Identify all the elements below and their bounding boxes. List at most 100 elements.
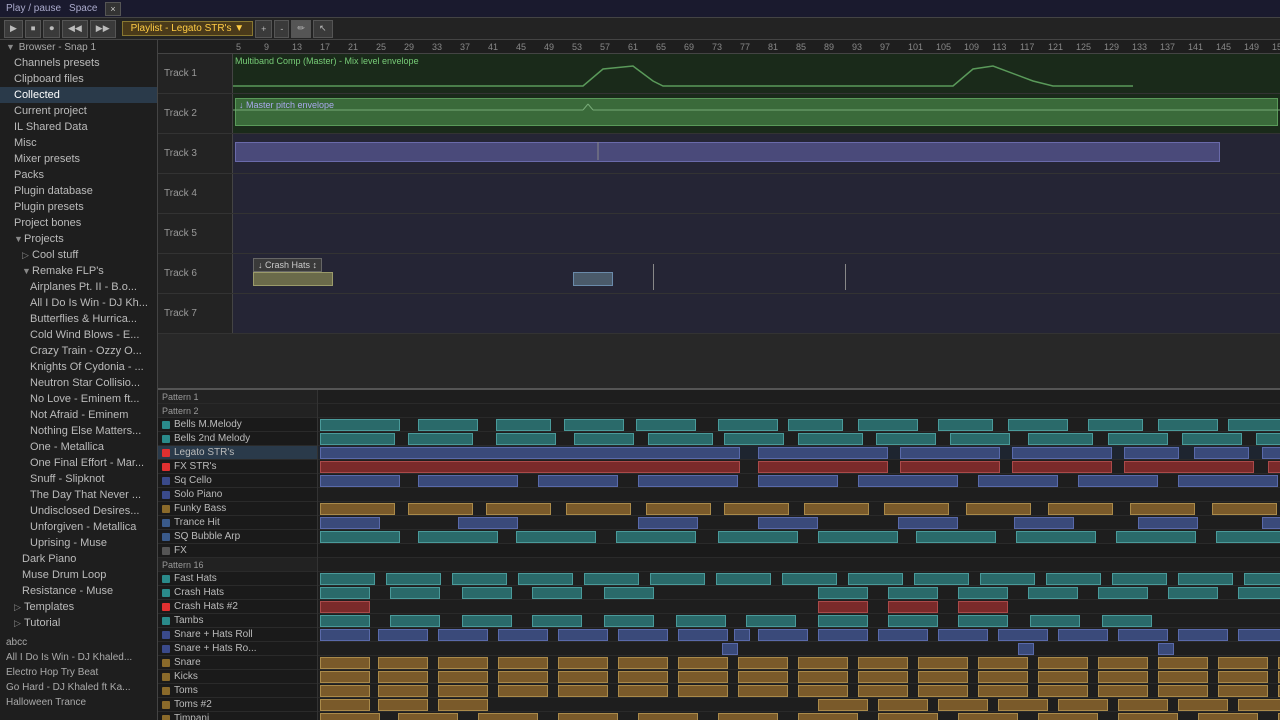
pblock-crashhats-3[interactable] xyxy=(462,587,512,599)
pattern-track-sq-cello[interactable] xyxy=(318,474,1280,488)
pblock-timpani-11[interactable] xyxy=(1118,713,1178,720)
pblock-snareroll-12[interactable] xyxy=(938,629,988,641)
pblock-legato-7[interactable] xyxy=(1262,447,1280,459)
pblock-sqbubble-7[interactable] xyxy=(916,531,996,543)
pblock-toms-14[interactable] xyxy=(1098,685,1148,697)
sidebar-item-undisclosed[interactable]: Undisclosed Desires... xyxy=(0,503,157,519)
sidebar-item-browser[interactable]: ▼ Browser - Snap 1 xyxy=(0,40,157,55)
pblock-funkybass-2[interactable] xyxy=(408,503,473,515)
pattern-track-timpani[interactable] xyxy=(318,712,1280,720)
pblock-bells2-7[interactable] xyxy=(798,433,863,445)
pblock-timpani-7[interactable] xyxy=(798,713,858,720)
pblock-fasthats-8[interactable] xyxy=(782,573,837,585)
sidebar-item-electro-hop[interactable]: Electro Hop Try Beat xyxy=(0,665,157,680)
pattern-track-toms[interactable] xyxy=(318,684,1280,698)
pblock-snareroll-15[interactable] xyxy=(1118,629,1168,641)
pblock-snareroll-2[interactable] xyxy=(378,629,428,641)
sidebar-item-uprising[interactable]: Uprising - Muse xyxy=(0,535,157,551)
pblock-timpani-10[interactable] xyxy=(1038,713,1098,720)
pattern-blocks-area[interactable] xyxy=(318,390,1280,720)
pblock-timpani-8[interactable] xyxy=(878,713,938,720)
pencil-tool-button[interactable]: ✏ xyxy=(291,20,311,38)
pblock-crashhats-8[interactable] xyxy=(958,587,1008,599)
pblock-bells-m-6[interactable] xyxy=(718,419,778,431)
pblock-crashhats-5[interactable] xyxy=(604,587,654,599)
pattern-track-snare-hats-roll[interactable] xyxy=(318,628,1280,642)
pblock-fasthats-6[interactable] xyxy=(650,573,705,585)
pblock-toms2-11[interactable] xyxy=(1238,699,1280,711)
pblock-kicks-14[interactable] xyxy=(1098,671,1148,683)
sidebar-item-packs[interactable]: Packs xyxy=(0,167,157,183)
pblock-toms-6[interactable] xyxy=(618,685,668,697)
pblock-crashhats2-2[interactable] xyxy=(818,601,868,613)
pblock-tambs-9[interactable] xyxy=(888,615,938,627)
pblock-crashhats2-3[interactable] xyxy=(888,601,938,613)
pattern-track-sq-bubble-arp[interactable] xyxy=(318,530,1280,544)
pblock-toms2-4[interactable] xyxy=(818,699,868,711)
pblock-toms-4[interactable] xyxy=(498,685,548,697)
pblock-funkybass-5[interactable] xyxy=(646,503,711,515)
pblock-snareroll-16[interactable] xyxy=(1178,629,1228,641)
pblock-snareroll-14[interactable] xyxy=(1058,629,1108,641)
pblock-trancehit-3[interactable] xyxy=(638,517,698,529)
pblock-toms2-5[interactable] xyxy=(878,699,928,711)
pblock-snare-12[interactable] xyxy=(978,657,1028,669)
pblock-snareroll-10[interactable] xyxy=(818,629,868,641)
pblock-toms2-10[interactable] xyxy=(1178,699,1228,711)
pblock-kicks-12[interactable] xyxy=(978,671,1028,683)
track5-content[interactable] xyxy=(233,214,1280,253)
sidebar-item-crazy-train[interactable]: Crazy Train - Ozzy O... xyxy=(0,343,157,359)
pblock-trancehit-6[interactable] xyxy=(1014,517,1074,529)
pblock-sqbubble-2[interactable] xyxy=(418,531,498,543)
zoom-in-button[interactable]: + xyxy=(255,20,272,38)
zoom-out-button[interactable]: - xyxy=(274,20,289,38)
sidebar-item-all-i-do-is-win[interactable]: All I Do Is Win - DJ Kh... xyxy=(0,295,157,311)
sidebar-item-go-hard[interactable]: Go Hard - DJ Khaled ft Ka... xyxy=(0,680,157,695)
pblock-toms2-1[interactable] xyxy=(320,699,370,711)
pblock-snare-1[interactable] xyxy=(320,657,370,669)
pblock-fasthats-12[interactable] xyxy=(1046,573,1101,585)
sidebar-item-unforgiven[interactable]: Unforgiven - Metallica xyxy=(0,519,157,535)
pblock-snareroll-1[interactable] xyxy=(320,629,370,641)
pblock-snareroll-5[interactable] xyxy=(558,629,608,641)
pblock-tambs-4[interactable] xyxy=(532,615,582,627)
forward-button[interactable]: ▶▶ xyxy=(90,20,116,38)
pblock-snare-14[interactable] xyxy=(1098,657,1148,669)
pattern-track-funky-bass[interactable] xyxy=(318,502,1280,516)
pblock-timpani-3[interactable] xyxy=(478,713,538,720)
pblock-fxstrs-4[interactable] xyxy=(1012,461,1112,473)
pblock-toms2-7[interactable] xyxy=(998,699,1048,711)
pattern-track-kicks[interactable] xyxy=(318,670,1280,684)
pattern-track-fx[interactable] xyxy=(318,544,1280,558)
pblock-tambs-8[interactable] xyxy=(818,615,868,627)
pblock-snare-16[interactable] xyxy=(1218,657,1268,669)
pblock-sqcello-8[interactable] xyxy=(1078,475,1158,487)
track2-content[interactable]: ↓ Master pitch envelope xyxy=(233,94,1280,133)
pblock-tambs-3[interactable] xyxy=(462,615,512,627)
pattern-track-toms-2[interactable] xyxy=(318,698,1280,712)
pblock-sqcello-6[interactable] xyxy=(858,475,958,487)
pblock-toms-10[interactable] xyxy=(858,685,908,697)
pblock-sqcello-3[interactable] xyxy=(538,475,618,487)
pblock-fasthats-7[interactable] xyxy=(716,573,771,585)
sidebar-item-clipboard-files[interactable]: Clipboard files xyxy=(0,71,157,87)
sidebar-item-dark-piano[interactable]: Dark Piano xyxy=(0,551,157,567)
pblock-bells-m-13[interactable] xyxy=(1228,419,1280,431)
pblock-snareroll-9[interactable] xyxy=(758,629,808,641)
pblock-toms-16[interactable] xyxy=(1218,685,1268,697)
track3-content[interactable] xyxy=(233,134,1280,173)
pblock-kicks-9[interactable] xyxy=(798,671,848,683)
pblock-bells2-3[interactable] xyxy=(496,433,556,445)
sidebar-item-resistance[interactable]: Resistance - Muse xyxy=(0,583,157,599)
sidebar-item-misc[interactable]: Misc xyxy=(0,135,157,151)
pblock-toms-2[interactable] xyxy=(378,685,428,697)
pblock-funkybass-8[interactable] xyxy=(884,503,949,515)
pattern-track-crash-hats[interactable] xyxy=(318,586,1280,600)
pblock-bells2-1[interactable] xyxy=(320,433,395,445)
pblock-kicks-5[interactable] xyxy=(558,671,608,683)
pblock-fasthats-15[interactable] xyxy=(1244,573,1280,585)
pblock-fasthats-9[interactable] xyxy=(848,573,903,585)
pblock-tambs-2[interactable] xyxy=(390,615,440,627)
pblock-trancehit-7[interactable] xyxy=(1138,517,1198,529)
pblock-snare-13[interactable] xyxy=(1038,657,1088,669)
